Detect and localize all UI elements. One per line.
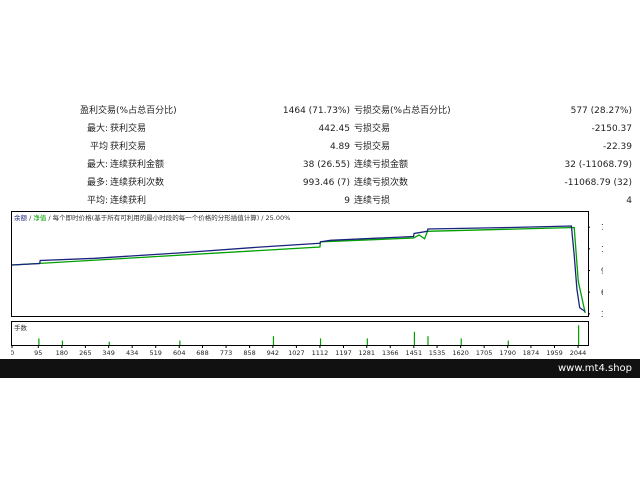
volume-plot-frame (11, 321, 589, 346)
x-tick-label: 1790 (499, 349, 516, 357)
x-tick-label: 942 (267, 349, 279, 357)
x-tick-label: 688 (196, 349, 208, 357)
volume-label: 手数 (14, 323, 28, 332)
stats-value: -22.39 (602, 142, 632, 152)
x-tick-label: 1027 (288, 349, 305, 357)
stats-label: 连续获利金额 (110, 160, 165, 170)
legend-balance: 余额 (14, 213, 28, 222)
stats-label: 最多: (86, 178, 108, 188)
footer-bar: www.mt4.shop (0, 359, 640, 378)
volume-bar (179, 340, 181, 345)
stats-label: 连续亏损金额 (354, 160, 409, 170)
stats-row: 最大: 获利交易 442.45 亏损交易 -2150.37 (0, 120, 640, 138)
x-tick-label: 1705 (476, 349, 493, 357)
legend-equity: 净值 (33, 213, 47, 222)
stats-label: 连续亏损 (354, 196, 391, 206)
stats-row: 平均 获利交易 4.89 亏损交易 -22.39 (0, 138, 640, 156)
stats-label: 连续获利次数 (110, 178, 165, 188)
x-tick-label: 1366 (382, 349, 399, 357)
y-tick-label: 3688 (601, 310, 603, 319)
stats-label: 平均 (89, 142, 108, 152)
y-tick-label: 6577 (601, 288, 603, 297)
x-tick-label: 434 (126, 349, 138, 357)
x-tick-label: 773 (220, 349, 232, 357)
chart-legend: 余额 / 净值 / 每个即时价格(基于所有可利用的最小时段的每一个价格的分形插值… (14, 213, 290, 222)
volume-bar (108, 341, 110, 345)
stats-label: 平均: (86, 196, 108, 206)
watermark-text: www.mt4.shop (557, 363, 632, 374)
stats-table: 盈利交易(%占总百分比) 1464 (71.73%) 亏损交易(%占总百分比) … (0, 102, 640, 210)
stats-value: 9 (344, 196, 350, 206)
stats-label: 最大: (86, 124, 108, 134)
x-tick-label: 1620 (452, 349, 469, 357)
stats-value: 577 (28.27%) (570, 106, 632, 116)
y-tick-label: 12355 (601, 245, 603, 254)
stats-value: 32 (-11068.79) (564, 160, 632, 170)
x-tick-label: 349 (102, 349, 114, 357)
x-tick-label: 1112 (312, 349, 329, 357)
stats-value: 993.46 (7) (302, 178, 350, 188)
x-tick-label: 1874 (523, 349, 540, 357)
stats-value: -11068.79 (32) (564, 178, 632, 188)
y-tick-label: 9466 (601, 267, 603, 276)
x-tick-label: 1451 (406, 349, 423, 357)
x-tick-label: 0 (11, 349, 14, 357)
legend-rest: 每个即时价格(基于所有可利用的最小时段的每一个价格的分形插值计算) / 25.0… (53, 213, 291, 222)
x-tick-label: 1197 (335, 349, 352, 357)
stats-label: 获利交易 (110, 124, 147, 134)
stats-label: 亏损交易 (354, 142, 391, 152)
volume-bar (413, 331, 416, 345)
x-tick-label: 95 (34, 349, 42, 357)
stats-row: 盈利交易(%占总百分比) 1464 (71.73%) 亏损交易(%占总百分比) … (0, 102, 640, 120)
x-tick-label: 604 (173, 349, 185, 357)
stats-value: 1464 (71.73%) (282, 106, 350, 116)
x-tick-label: 1535 (429, 349, 446, 357)
volume-bar (319, 338, 322, 345)
stats-row: 最多: 连续获利次数 993.46 (7) 连续亏损次数 -11068.79 (… (0, 174, 640, 192)
stats-label: 盈利交易(%占总百分比) (80, 106, 177, 116)
x-tick-label: 180 (56, 349, 68, 357)
volume-bar (61, 340, 64, 345)
volume-bar (366, 338, 368, 345)
stats-value: 442.45 (318, 124, 351, 134)
stats-label: 获利交易 (110, 142, 147, 152)
volume-bar (578, 325, 580, 345)
stats-value: -2150.37 (591, 124, 632, 134)
stats-label: 连续获利 (110, 196, 147, 206)
x-tick-label: 1959 (546, 349, 563, 357)
stats-row: 平均: 连续获利 9 连续亏损 4 (0, 192, 640, 210)
x-tick-label: 1281 (358, 349, 375, 357)
y-tick-label: 15244 (601, 223, 603, 232)
volume-bar (427, 336, 429, 345)
x-tick-label: 265 (79, 349, 91, 357)
stats-label: 连续亏损次数 (354, 178, 409, 188)
stats-value: 4 (626, 196, 632, 206)
volume-bar (507, 340, 509, 345)
balance-chart-svg: 15244 12355 9466 6577 3688 0 95 180 265 349 434 51… (11, 211, 603, 357)
stats-row: 最大: 连续获利金额 38 (26.55) 连续亏损金额 32 (-11068.… (0, 156, 640, 174)
volume-bar (272, 336, 275, 345)
stats-label: 亏损交易 (354, 124, 391, 134)
stats-label: 最大: (86, 160, 108, 170)
stats-value: 38 (26.55) (302, 160, 350, 170)
balance-chart: 15244 12355 9466 6577 3688 0 95 180 265 349 434 51… (11, 211, 603, 358)
volume-bar (38, 338, 40, 345)
stats-value: 4.89 (329, 142, 350, 152)
stats-label: 亏损交易(%占总百分比) (354, 106, 451, 116)
x-tick-label: 858 (243, 349, 255, 357)
x-tick-label: 519 (150, 349, 162, 357)
x-tick-label: 2044 (570, 349, 587, 357)
volume-bar (460, 338, 462, 345)
